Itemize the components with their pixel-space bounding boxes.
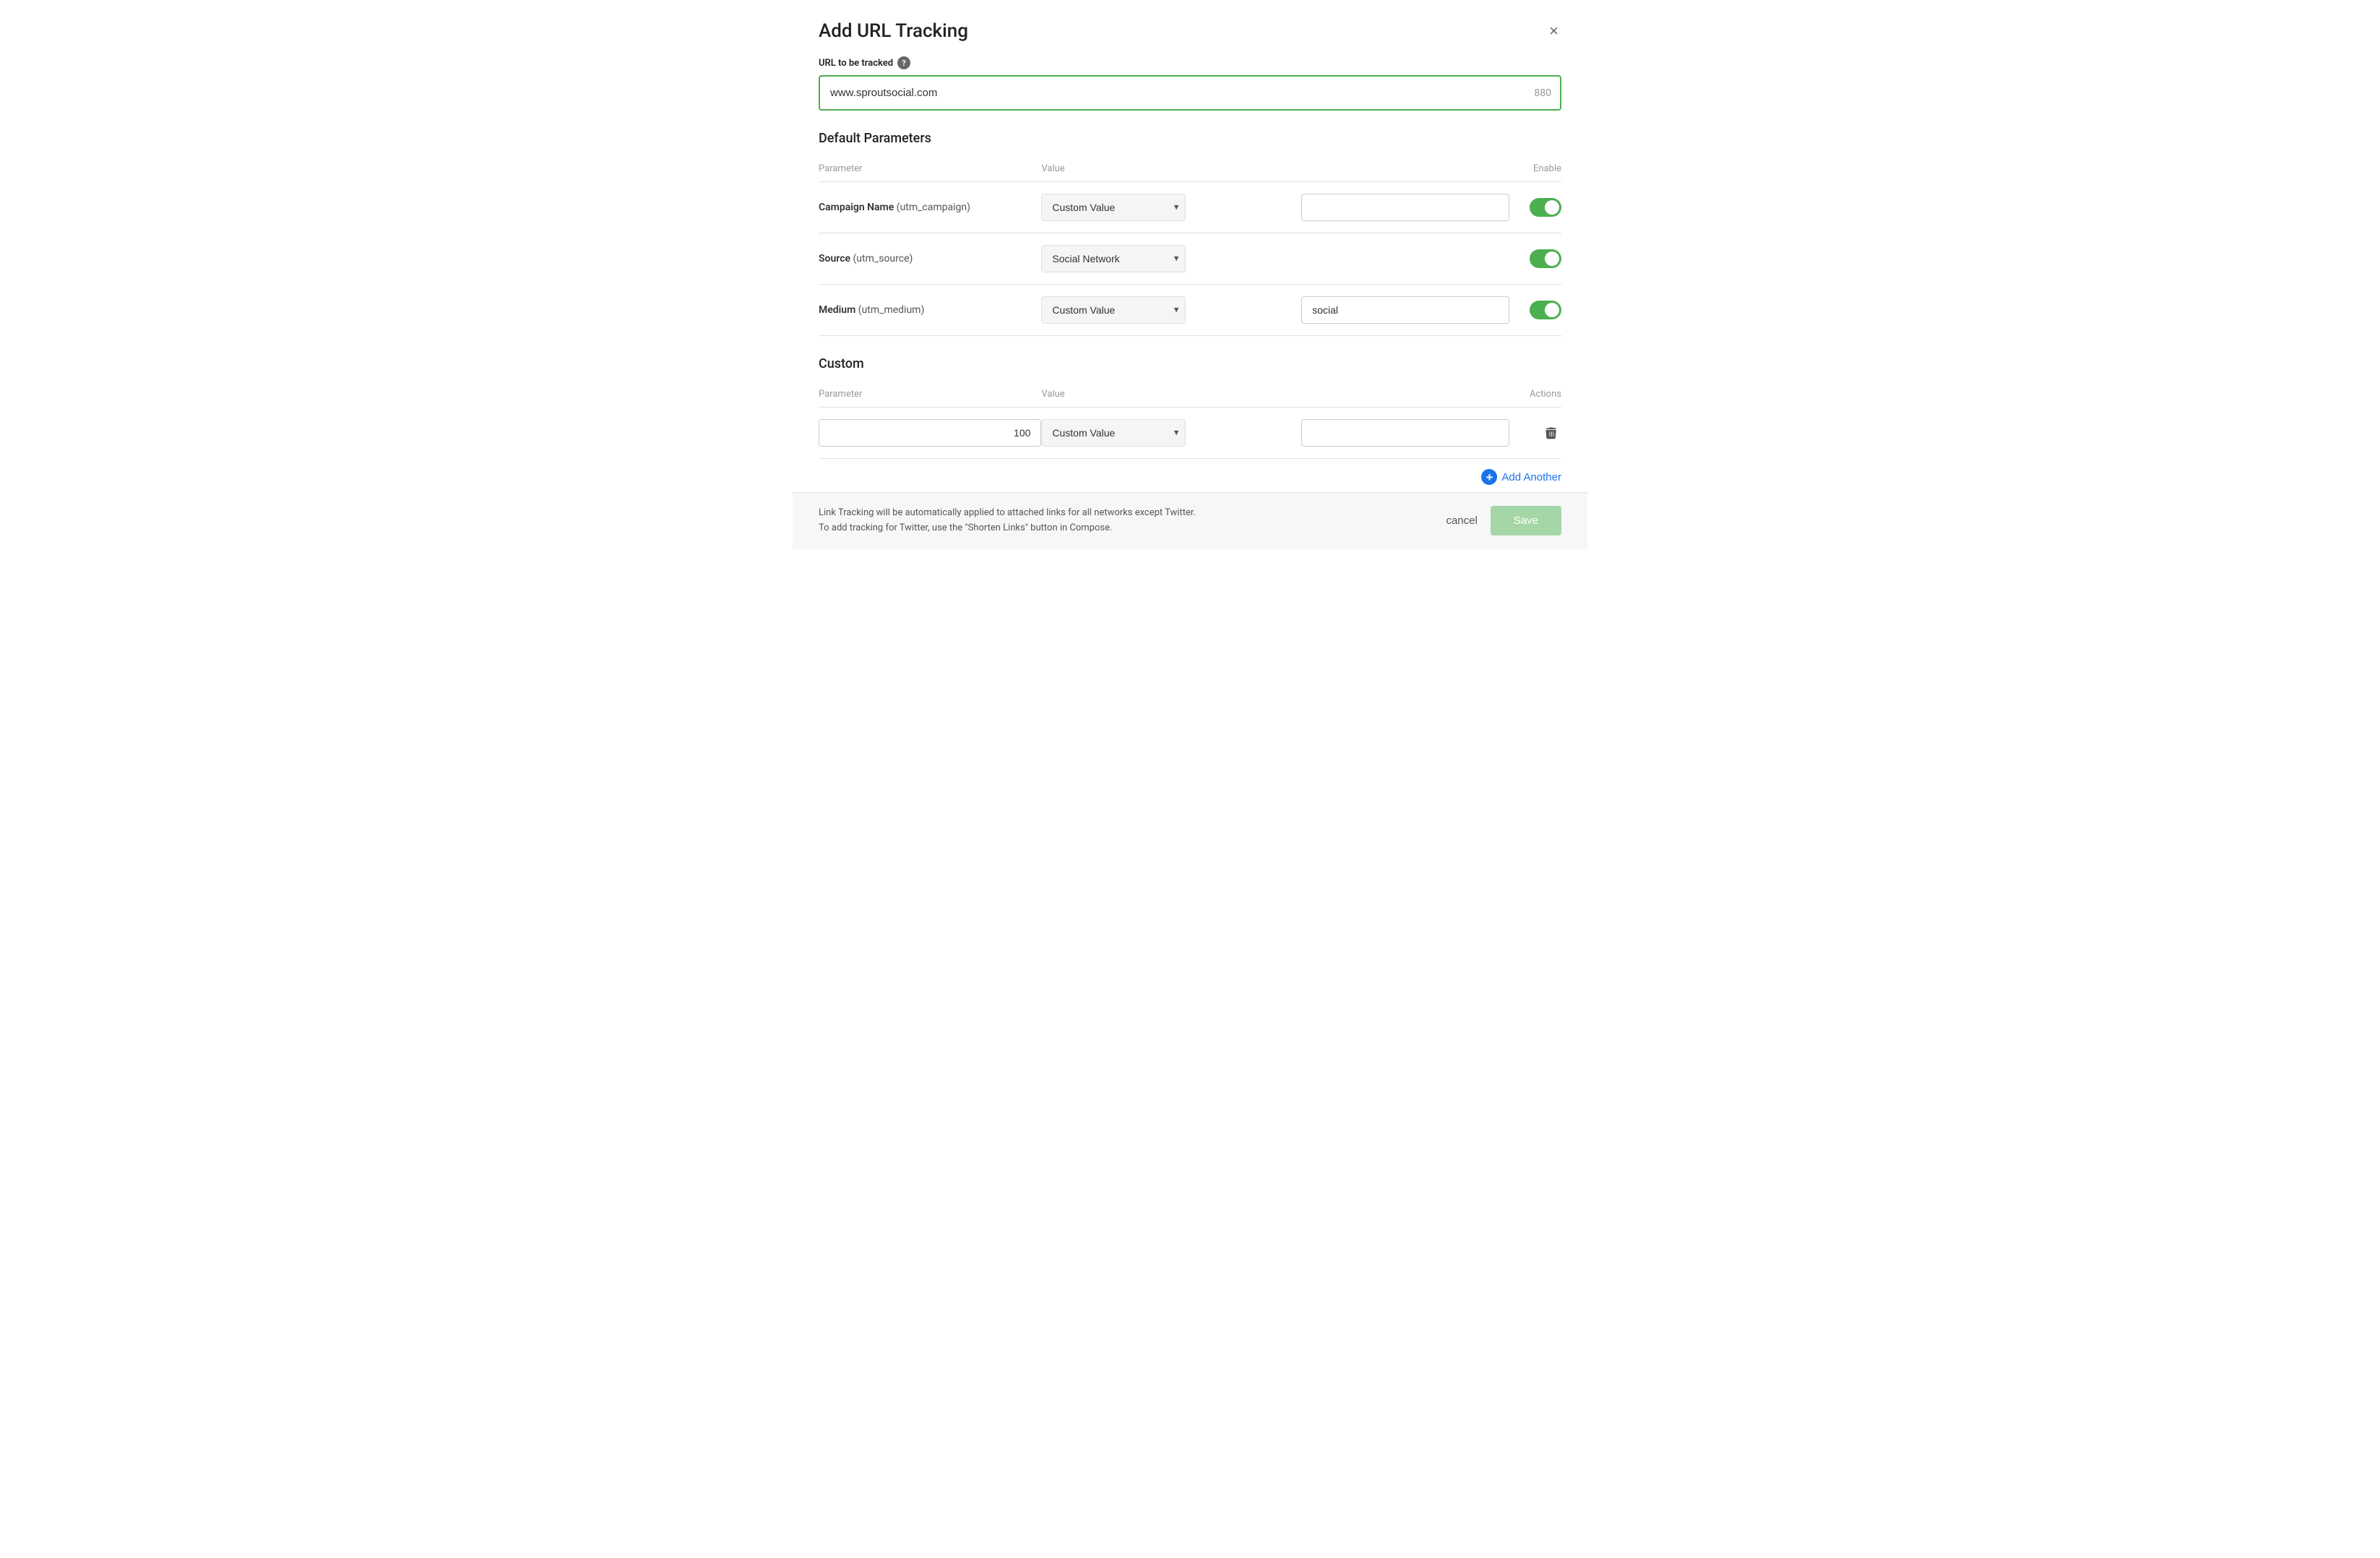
add-another-button[interactable]: + Add Another bbox=[1481, 469, 1561, 485]
toggle-ball bbox=[1545, 251, 1559, 266]
custom-section-title: Custom bbox=[819, 356, 1561, 371]
custom-params-table: Parameter Value Actions Custom Value Cus… bbox=[819, 383, 1561, 459]
default-params-title: Default Parameters bbox=[819, 131, 1561, 146]
select-wrapper: Custom Value Custom Value Social Network… bbox=[1041, 194, 1186, 221]
save-button[interactable]: Save bbox=[1491, 506, 1561, 535]
url-input-wrapper: 880 bbox=[819, 75, 1561, 111]
value-select-0[interactable]: Custom Value Custom Value Social Network bbox=[1041, 194, 1186, 221]
enable-toggle-1[interactable]: ✓ bbox=[1530, 249, 1561, 268]
url-char-count: 880 bbox=[1534, 87, 1551, 99]
table-row: Medium (utm_medium) Custom Value Custom … bbox=[819, 285, 1561, 336]
footer-info-line1: Link Tracking will be automatically appl… bbox=[819, 506, 1196, 521]
value-select-2[interactable]: Custom Value Custom Value Social Network bbox=[1041, 296, 1186, 324]
enable-toggle-2[interactable]: ✓ bbox=[1530, 301, 1561, 319]
add-icon: + bbox=[1481, 469, 1497, 485]
custom-section: Custom Parameter Value Actions Custom Va… bbox=[819, 356, 1561, 492]
custom-params-header: Parameter Value Actions bbox=[819, 383, 1561, 408]
modal-body: URL to be tracked ? 880 Default Paramete… bbox=[793, 56, 1587, 492]
add-another-label: Add Another bbox=[1501, 471, 1561, 483]
table-row: Campaign Name (utm_campaign) Custom Valu… bbox=[819, 182, 1561, 233]
url-label: URL to be tracked ? bbox=[819, 56, 1561, 69]
select-wrapper: Social Network Custom Value Social Netwo… bbox=[1041, 245, 1186, 272]
text-value-input-2[interactable] bbox=[1301, 296, 1509, 324]
toggle-ball bbox=[1545, 303, 1559, 317]
text-value-input-0[interactable] bbox=[1301, 194, 1509, 221]
url-input[interactable] bbox=[819, 75, 1561, 111]
custom-param-input-0[interactable] bbox=[819, 419, 1041, 447]
col-custom-parameter: Parameter bbox=[819, 383, 1041, 408]
modal-header: Add URL Tracking × bbox=[793, 0, 1587, 56]
close-button[interactable]: × bbox=[1546, 20, 1561, 42]
add-another-row: + Add Another bbox=[819, 459, 1561, 492]
enable-toggle-0[interactable]: ✓ bbox=[1530, 198, 1561, 217]
select-wrapper: Custom Value Custom Value Social Network… bbox=[1041, 296, 1186, 324]
default-params-header: Parameter Value Enable bbox=[819, 158, 1561, 182]
footer-actions: cancel Save bbox=[1446, 506, 1561, 535]
help-icon[interactable]: ? bbox=[897, 56, 910, 69]
delete-button-0[interactable] bbox=[1509, 423, 1561, 443]
trash-icon bbox=[1544, 426, 1558, 440]
toggle-ball bbox=[1545, 200, 1559, 215]
col-header-parameter: Parameter bbox=[819, 158, 1041, 182]
col-custom-value: Value bbox=[1041, 383, 1301, 408]
table-row: Custom Value Custom Value Social Network… bbox=[819, 408, 1561, 459]
default-params-table: Parameter Value Enable Campaign Name (ut… bbox=[819, 158, 1561, 336]
cancel-button[interactable]: cancel bbox=[1446, 515, 1477, 527]
col-header-value: Value bbox=[1041, 158, 1509, 182]
table-row: Source (utm_source) Social Network Custo… bbox=[819, 233, 1561, 285]
custom-text-input-0[interactable] bbox=[1301, 419, 1509, 447]
add-url-tracking-modal: Add URL Tracking × URL to be tracked ? 8… bbox=[793, 0, 1587, 549]
value-select-1[interactable]: Social Network Custom Value Social Netwo… bbox=[1041, 245, 1186, 272]
modal-footer: Link Tracking will be automatically appl… bbox=[793, 492, 1587, 549]
col-custom-actions: Actions bbox=[1509, 383, 1561, 408]
custom-value-select-0[interactable]: Custom Value Custom Value Social Network bbox=[1041, 419, 1186, 447]
modal-title: Add URL Tracking bbox=[819, 20, 968, 42]
footer-info: Link Tracking will be automatically appl… bbox=[819, 506, 1196, 536]
col-header-enable: Enable bbox=[1509, 158, 1561, 182]
footer-info-line2: To add tracking for Twitter, use the "Sh… bbox=[819, 521, 1196, 536]
custom-select-wrapper-0: Custom Value Custom Value Social Network… bbox=[1041, 419, 1186, 447]
